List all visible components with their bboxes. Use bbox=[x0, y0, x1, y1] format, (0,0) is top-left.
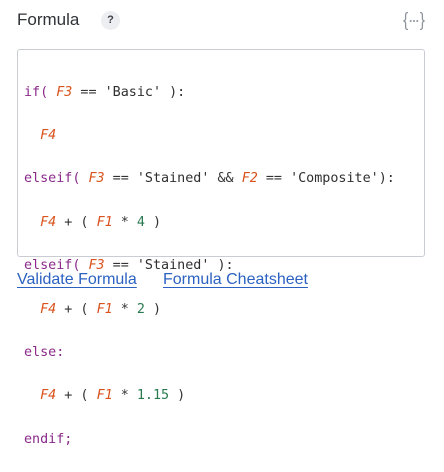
operator-token: ) bbox=[144, 301, 162, 317]
keyword-token: else: bbox=[24, 345, 65, 361]
operator-token: ): bbox=[161, 84, 186, 100]
operator-token: + ( bbox=[56, 388, 97, 404]
code-line: F4 + ( F1 * 4 ) bbox=[24, 212, 424, 234]
code-line: F4 + ( F1 * 2 ) bbox=[24, 299, 424, 321]
variable-token: F4 bbox=[40, 301, 57, 317]
variable-token: F4 bbox=[40, 214, 57, 230]
variable-token: F2 bbox=[241, 171, 258, 187]
formula-header: Formula ? bbox=[17, 9, 427, 33]
keyword-token: endif; bbox=[24, 431, 73, 447]
variable-token: F3 bbox=[56, 84, 73, 100]
code-line: else: bbox=[24, 342, 424, 364]
variable-token: F3 bbox=[88, 171, 105, 187]
string-token: 'Basic' bbox=[104, 84, 162, 100]
operator-token: * bbox=[112, 214, 137, 230]
variable-token: F4 bbox=[40, 388, 57, 404]
operator-token: ) bbox=[169, 388, 186, 404]
variable-token: F1 bbox=[96, 301, 113, 317]
operator-token: * bbox=[112, 301, 137, 317]
code-line: F4 bbox=[24, 125, 424, 147]
operator-token: == bbox=[104, 171, 137, 187]
variable-token: F1 bbox=[96, 214, 113, 230]
formula-cheatsheet-link[interactable]: Formula Cheatsheet bbox=[163, 271, 308, 289]
help-icon[interactable]: ? bbox=[101, 11, 120, 30]
code-line: endif; bbox=[24, 429, 424, 451]
code-line: F4 + ( F1 * 1.15 ) bbox=[24, 385, 424, 407]
keyword-token: if( bbox=[24, 84, 49, 100]
code-line: if( F3 == 'Basic' ): bbox=[24, 82, 424, 104]
number-token: 4 bbox=[136, 214, 145, 230]
code-line: elseif( F3 == 'Stained' && F2 == 'Compos… bbox=[24, 168, 424, 190]
string-token: 'Stained' bbox=[136, 171, 210, 187]
curly-braces-icon[interactable] bbox=[401, 9, 427, 33]
operator-token: == bbox=[72, 84, 105, 100]
operator-token: ) bbox=[144, 214, 162, 230]
keyword-token: elseif( bbox=[24, 171, 81, 187]
variable-token: F4 bbox=[40, 128, 57, 144]
operator-token: == bbox=[257, 171, 291, 187]
number-token: 1.15 bbox=[136, 388, 170, 404]
operator-token: + ( bbox=[56, 214, 97, 230]
validate-formula-link[interactable]: Validate Formula bbox=[17, 271, 137, 289]
formula-title: Formula bbox=[17, 10, 80, 29]
string-token: 'Composite' bbox=[290, 171, 379, 187]
operator-token: && bbox=[209, 171, 242, 187]
formula-editor[interactable]: if( F3 == 'Basic' ): F4 elseif( F3 == 'S… bbox=[17, 49, 425, 447]
operator-token: ): bbox=[378, 171, 395, 187]
variable-token: F1 bbox=[96, 388, 113, 404]
number-token: 2 bbox=[136, 301, 145, 317]
operator-token: * bbox=[112, 388, 137, 404]
operator-token: + ( bbox=[56, 301, 97, 317]
